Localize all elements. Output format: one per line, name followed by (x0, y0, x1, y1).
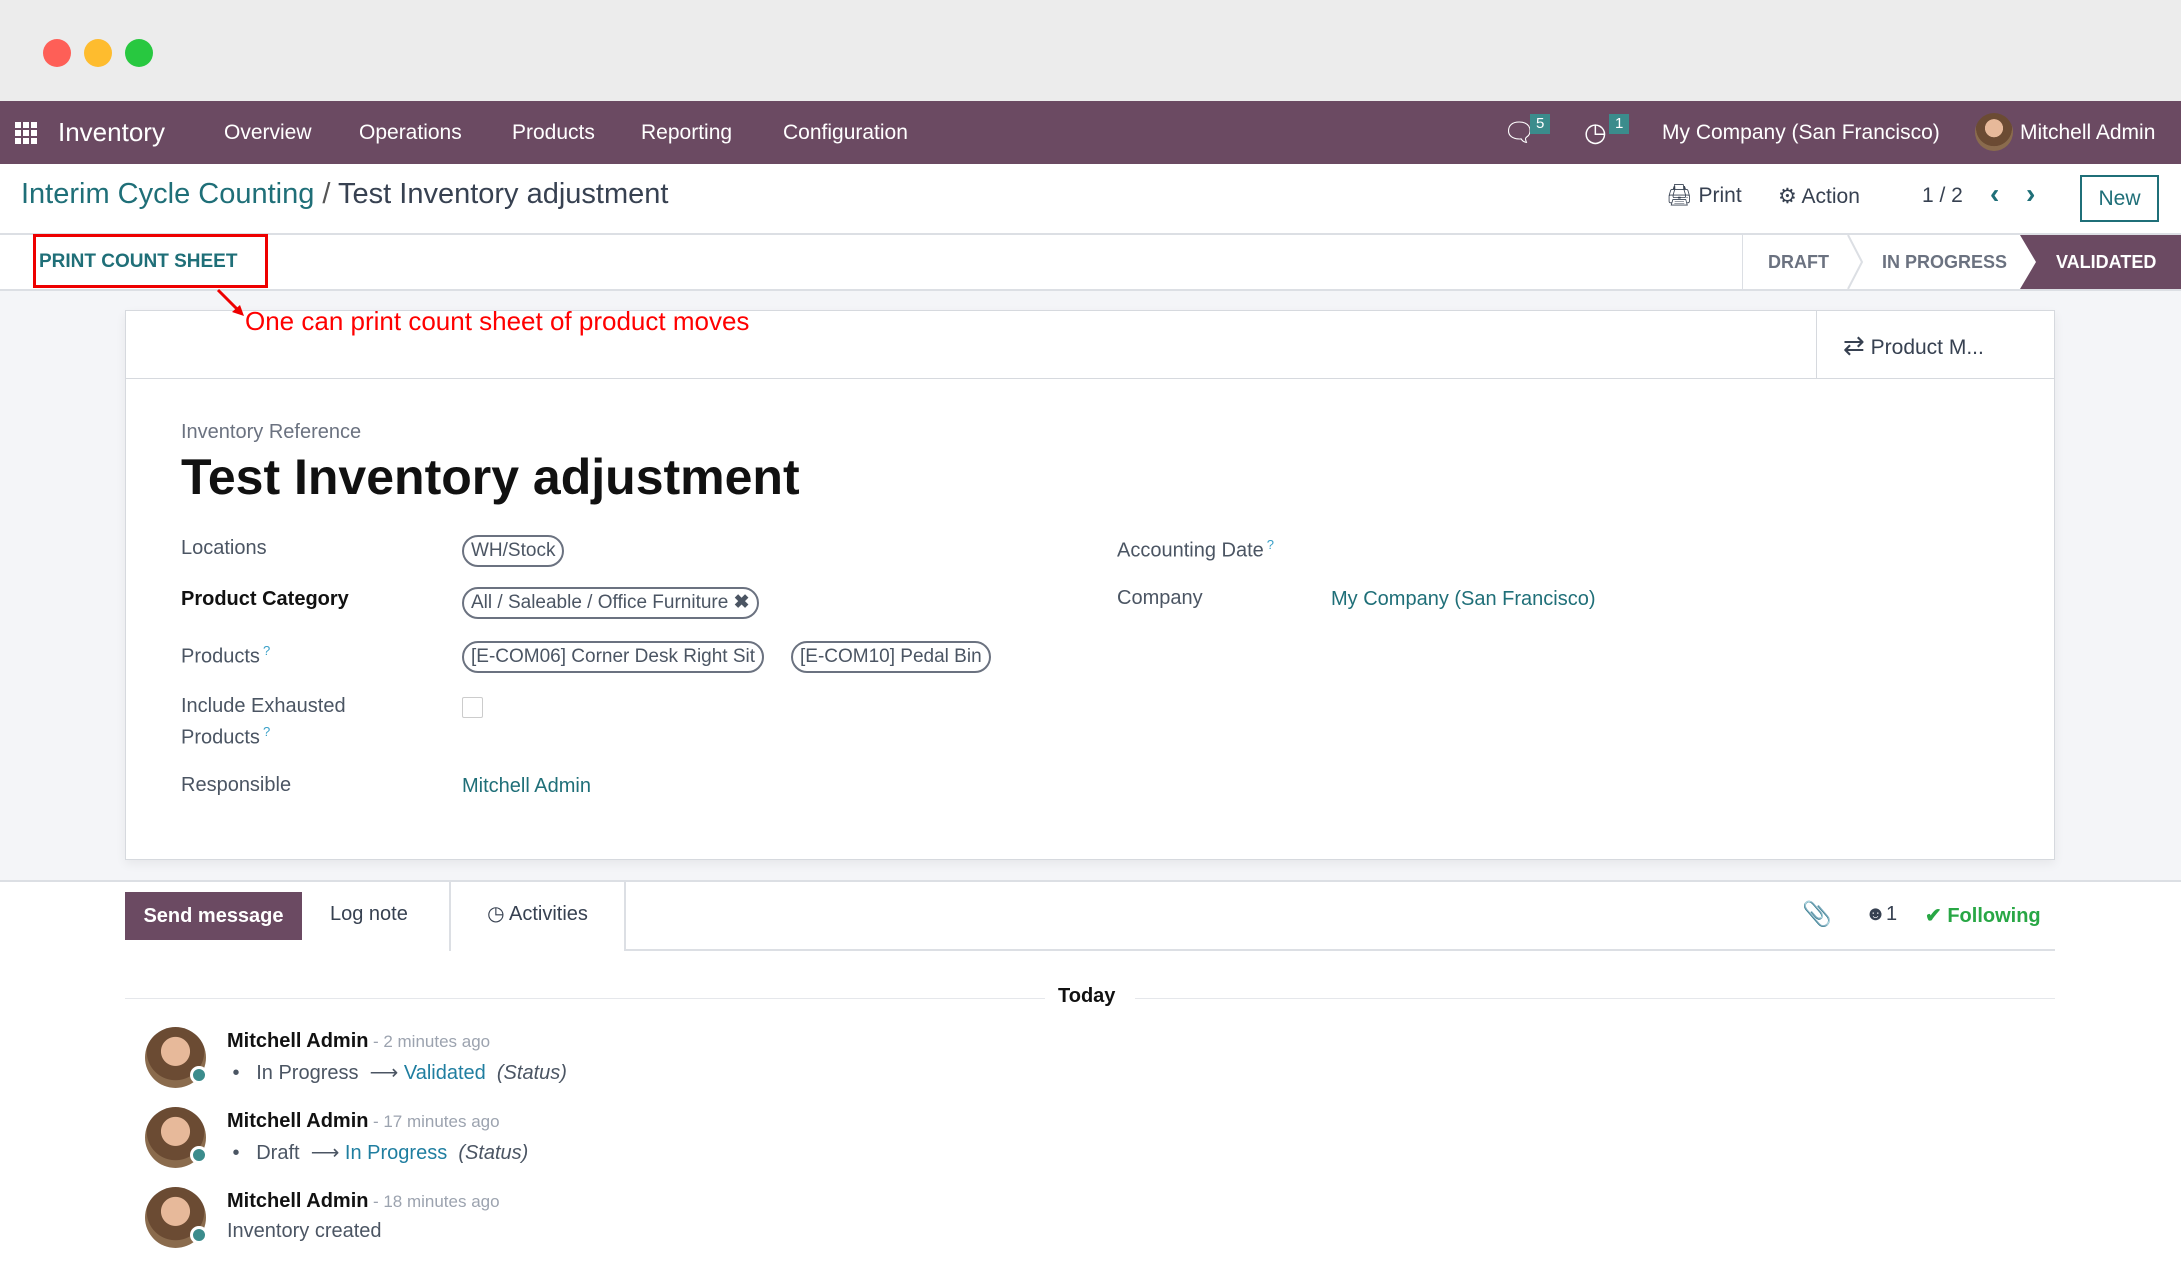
status-bar: PRINT COUNT SHEET DRAFT IN PROGRESS VALI… (0, 234, 2181, 291)
company-link[interactable]: My Company (San Francisco) (1331, 588, 1596, 611)
app-name[interactable]: Inventory (58, 101, 165, 164)
message-time: - 18 minutes ago (372, 1192, 500, 1211)
product-category-value: All / Saleable / Office Furniture (471, 592, 729, 613)
previous-record-chevron-icon[interactable]: ‹ (1990, 178, 1999, 210)
product-category-label: Product Category (181, 588, 349, 610)
check-icon: ✔ (1925, 905, 1942, 927)
window-titlebar (0, 0, 2181, 101)
responsible-label: Responsible (181, 774, 292, 796)
stage-validated[interactable]: VALIDATED (2056, 252, 2156, 273)
pager-value[interactable]: 1 / 2 (1922, 184, 1963, 208)
accounting-date-label: Accounting Date? (1117, 537, 1274, 562)
date-separator: Today (1058, 985, 1116, 1007)
stage-draft[interactable]: DRAFT (1768, 252, 1829, 273)
clock-icon: ◷ (487, 903, 505, 925)
message-author[interactable]: Mitchell Admin (227, 1030, 368, 1052)
product-tag[interactable]: [E-COM10] Pedal Bin (791, 641, 991, 673)
menu-operations[interactable]: Operations (359, 101, 462, 164)
breadcrumb-parent[interactable]: Interim Cycle Counting (21, 178, 314, 210)
transfer-arrows-icon: ⇄ (1843, 330, 1865, 360)
breadcrumb-current: Test Inventory adjustment (338, 178, 669, 210)
maximize-window-button[interactable] (125, 39, 153, 67)
annotation-arrow (216, 288, 244, 316)
message-time: - 2 minutes ago (372, 1032, 491, 1051)
new-button[interactable]: New (2080, 175, 2159, 222)
company-switcher[interactable]: My Company (San Francisco) (1662, 101, 1940, 164)
help-icon[interactable]: ? (263, 724, 270, 739)
remove-x-icon[interactable]: ✖ (734, 592, 750, 613)
message-author[interactable]: Mitchell Admin (227, 1190, 368, 1212)
include-exhausted-label-2: Products? (181, 724, 271, 749)
followers-button[interactable]: ☻1 (1865, 903, 1897, 926)
gear-icon: ⚙ (1778, 185, 1797, 208)
record-title[interactable]: Test Inventory adjustment (181, 448, 800, 506)
next-record-chevron-icon[interactable]: › (2026, 178, 2035, 210)
product-moves-smart-button[interactable]: ⇄ Product M... (1816, 311, 2054, 379)
activities-button[interactable]: ◷ Activities (449, 880, 626, 951)
message-time: - 17 minutes ago (372, 1112, 500, 1131)
inventory-reference-label: Inventory Reference (181, 421, 362, 443)
form-sheet: ⇄ Product M... (125, 310, 2055, 860)
annotation-text: One can print count sheet of product mov… (245, 306, 750, 336)
location-tag[interactable]: WH/Stock (462, 535, 565, 567)
log-note-button[interactable]: Log note (330, 903, 408, 926)
activity-clock-icon[interactable]: ◷ (1584, 101, 1607, 164)
smart-button-label: Product M... (1870, 336, 1984, 359)
breadcrumb-separator: / (322, 178, 331, 210)
user-avatar[interactable] (1975, 113, 2013, 151)
tracking-line: • In Progress ⟶ Validated (Status) (227, 1062, 567, 1084)
product-category-tag[interactable]: All / Saleable / Office Furniture ✖ (462, 587, 759, 619)
responsible-link[interactable]: Mitchell Admin (462, 775, 591, 798)
products-label: Products? (181, 643, 271, 668)
company-label: Company (1117, 587, 1203, 609)
include-exhausted-checkbox[interactable] (462, 697, 483, 718)
activities-badge: 1 (1609, 114, 1630, 134)
user-icon: ☻ (1865, 903, 1887, 925)
user-menu[interactable]: Mitchell Admin (2020, 101, 2155, 164)
minimize-window-button[interactable] (84, 39, 112, 67)
annotation-highlight-box (33, 234, 268, 288)
action-label: Action (1801, 185, 1860, 208)
close-window-button[interactable] (43, 39, 71, 67)
activities-label: Activities (509, 903, 588, 925)
author-avatar[interactable] (145, 1027, 208, 1088)
stage-in-progress[interactable]: IN PROGRESS (1882, 252, 2007, 273)
product-tag[interactable]: [E-COM06] Corner Desk Right Sit (462, 641, 765, 673)
message-body: Inventory created (227, 1220, 382, 1242)
app-grid-icon[interactable] (15, 122, 37, 144)
print-label: Print (1698, 184, 1742, 207)
printer-icon: 🖨 (1666, 184, 1693, 207)
message-author[interactable]: Mitchell Admin (227, 1110, 368, 1132)
action-button[interactable]: ⚙ Action (1778, 184, 1860, 209)
include-exhausted-label: Include Exhausted (181, 695, 346, 717)
help-icon[interactable]: ? (263, 643, 270, 658)
menu-overview[interactable]: Overview (224, 101, 312, 164)
menu-products[interactable]: Products (512, 101, 595, 164)
print-button[interactable]: 🖨 Print (1666, 184, 1742, 208)
tracking-line: • Draft ⟶ In Progress (Status) (227, 1142, 529, 1164)
send-message-button[interactable]: Send message (125, 892, 302, 940)
top-navbar: Inventory Overview Operations Products R… (0, 101, 2181, 164)
menu-reporting[interactable]: Reporting (641, 101, 732, 164)
help-icon[interactable]: ? (1267, 537, 1274, 552)
locations-label: Locations (181, 537, 267, 559)
stage-separator-icon (1847, 235, 1864, 289)
menu-configuration[interactable]: Configuration (783, 101, 908, 164)
paperclip-icon[interactable]: 📎 (1802, 900, 1832, 929)
control-panel: Interim Cycle Counting / Test Inventory … (0, 164, 2181, 235)
following-button[interactable]: ✔ Following (1925, 903, 2041, 928)
messages-badge: 5 (1530, 114, 1551, 134)
author-avatar[interactable] (145, 1187, 208, 1248)
author-avatar[interactable] (145, 1107, 208, 1168)
